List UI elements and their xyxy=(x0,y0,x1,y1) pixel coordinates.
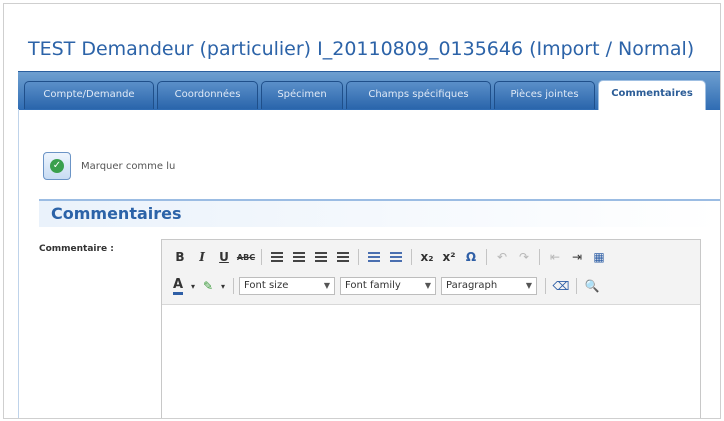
tab-content: ✓ Marquer comme lu Commentaires Commenta… xyxy=(18,109,720,418)
tab-commentaires[interactable]: Commentaires xyxy=(598,80,706,110)
bold-button[interactable]: B xyxy=(170,247,190,267)
toolbar-separator xyxy=(539,249,540,265)
subscript-button[interactable]: x₂ xyxy=(417,247,437,267)
toolbar-separator xyxy=(545,278,546,294)
align-left-button[interactable] xyxy=(267,247,287,267)
bullet-list-icon xyxy=(368,252,380,262)
align-center-icon xyxy=(293,252,305,262)
strikethrough-button[interactable]: ABC xyxy=(236,247,256,267)
section-title: Commentaires xyxy=(51,204,182,223)
superscript-button[interactable]: x² xyxy=(439,247,459,267)
highlight-color-icon[interactable]: ✎ xyxy=(200,276,216,296)
chevron-down-icon: ▼ xyxy=(525,281,532,290)
special-char-button[interactable]: Ω xyxy=(461,247,481,267)
tab-specimen[interactable]: Spécimen xyxy=(261,81,343,109)
font-size-value: Font size xyxy=(244,280,289,291)
chevron-down-icon: ▼ xyxy=(323,281,330,290)
comment-field-label: Commentaire : xyxy=(39,244,114,254)
window: TEST Demandeur (particulier) I_20110809_… xyxy=(3,3,721,419)
toolbar-row-2: A ▾ ✎ ▾ Font size ▼ Font family ▼ Paragrap… xyxy=(170,276,604,296)
format-value: Paragraph xyxy=(446,280,498,291)
section-header: Commentaires xyxy=(39,201,720,227)
page-title: TEST Demandeur (particulier) I_20110809_… xyxy=(28,38,695,60)
toolbar-separator xyxy=(261,249,262,265)
check-icon: ✓ xyxy=(50,159,64,173)
redo-icon[interactable]: ↷ xyxy=(514,247,534,267)
toolbar-separator xyxy=(358,249,359,265)
eraser-icon[interactable]: ⌫ xyxy=(551,276,571,296)
tab-bar: Compte/Demande Coordonnées Spécimen Cham… xyxy=(18,71,720,110)
font-size-select[interactable]: Font size ▼ xyxy=(239,277,335,295)
numbered-list-icon xyxy=(390,252,402,262)
align-justify-button[interactable] xyxy=(333,247,353,267)
toolbar-separator xyxy=(233,278,234,294)
rich-text-editor: B I U ABC x₂ x² Ω ↶ ↷ ⇤ ⇥ ▦ A ▾ ✎ ▾ Font… xyxy=(161,239,701,418)
tab-coordonnees[interactable]: Coordonnées xyxy=(157,81,258,109)
indent-icon[interactable]: ⇥ xyxy=(567,247,587,267)
font-family-value: Font family xyxy=(345,280,401,291)
align-center-button[interactable] xyxy=(289,247,309,267)
toolbar-separator xyxy=(486,249,487,265)
undo-icon[interactable]: ↶ xyxy=(492,247,512,267)
underline-button[interactable]: U xyxy=(214,247,234,267)
italic-button[interactable]: I xyxy=(192,247,212,267)
chevron-down-icon: ▼ xyxy=(424,281,431,290)
align-right-button[interactable] xyxy=(311,247,331,267)
align-right-icon xyxy=(315,252,327,262)
font-family-select[interactable]: Font family ▼ xyxy=(340,277,436,295)
font-color-icon: A xyxy=(172,277,184,295)
toolbar-separator xyxy=(411,249,412,265)
format-select[interactable]: Paragraph ▼ xyxy=(441,277,537,295)
chevron-down-icon[interactable]: ▾ xyxy=(218,276,228,296)
comment-textarea[interactable] xyxy=(162,305,700,418)
source-code-icon[interactable]: ▦ xyxy=(589,247,609,267)
tab-pieces-jointes[interactable]: Pièces jointes xyxy=(494,81,595,109)
toolbar-separator xyxy=(576,278,577,294)
outdent-icon[interactable]: ⇤ xyxy=(545,247,565,267)
numbered-list-button[interactable] xyxy=(386,247,406,267)
search-icon[interactable]: 🔍 xyxy=(582,276,602,296)
tab-compte-demande[interactable]: Compte/Demande xyxy=(24,81,154,109)
mark-read-label: Marquer comme lu xyxy=(81,160,176,172)
mark-read-button[interactable]: ✓ xyxy=(43,152,71,180)
tab-champs-specifiques[interactable]: Champs spécifiques xyxy=(346,81,491,109)
mark-read-row: ✓ Marquer comme lu xyxy=(43,152,175,180)
chevron-down-icon[interactable]: ▾ xyxy=(188,276,198,296)
toolbar-row-1: B I U ABC x₂ x² Ω ↶ ↷ ⇤ ⇥ ▦ xyxy=(170,247,611,267)
align-justify-icon xyxy=(337,252,349,262)
align-left-icon xyxy=(271,252,283,262)
bullet-list-button[interactable] xyxy=(364,247,384,267)
editor-toolbar: B I U ABC x₂ x² Ω ↶ ↷ ⇤ ⇥ ▦ A ▾ ✎ ▾ Font… xyxy=(162,240,700,305)
font-color-button[interactable]: A xyxy=(170,276,186,296)
